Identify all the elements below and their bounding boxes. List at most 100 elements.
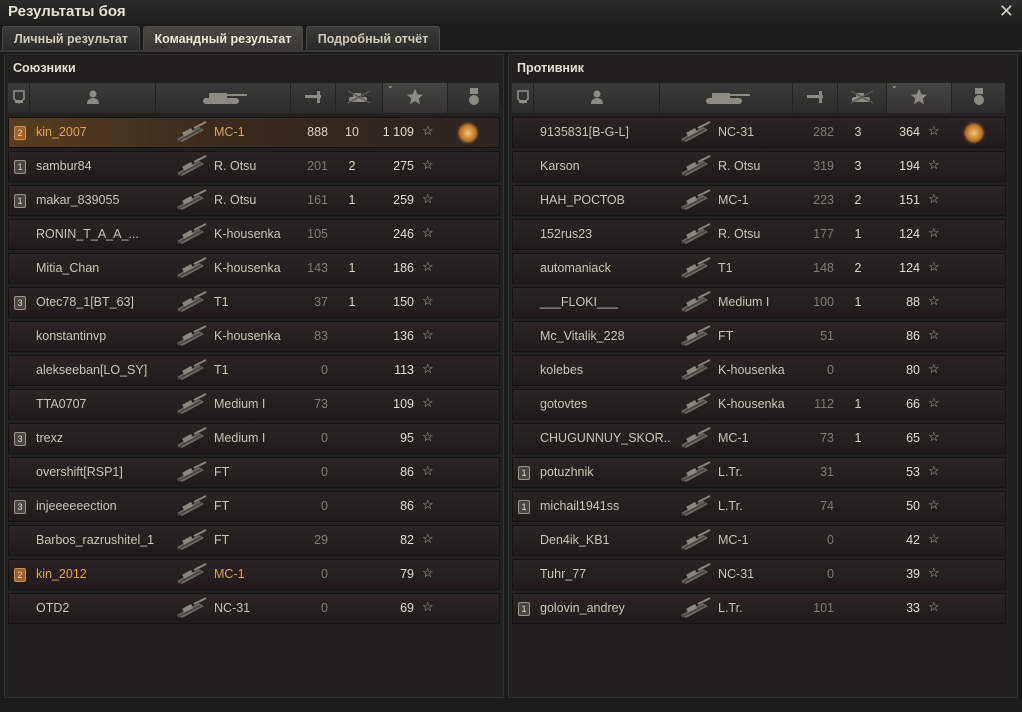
header-damage-column[interactable] [793,83,838,113]
star-icon: ☆ [422,191,434,206]
tank-icon [678,529,712,553]
enemies-panel: Противник ⌄ 9135831[B-G-L] NC-31 282 3 364 ☆ K… [508,54,1018,698]
player-row[interactable]: 2 kin_2007 MC-1 888 10 1 109 ☆ [8,117,500,148]
close-icon[interactable]: ✕ [999,1,1014,22]
player-icon [86,89,100,108]
player-row[interactable]: Mc_Vitalik_228 FT 51 86 ☆ [512,321,1006,352]
player-row[interactable]: 1 potuzhnik L.Tr. 31 53 ☆ [512,457,1006,488]
tank-name: FT [214,465,230,479]
header-tank-column[interactable] [156,83,291,113]
frags-value: 1 [348,193,356,207]
player-row[interactable]: alekseeban[LO_SY] T1 0 113 ☆ [8,355,500,386]
player-row[interactable]: overshift[RSP1] FT 0 86 ☆ [8,457,500,488]
shield-icon [516,89,530,108]
tank-name: L.Tr. [718,499,743,513]
player-row[interactable]: kolebes K-housenka 0 80 ☆ [512,355,1006,386]
experience-value: 39 [906,567,920,581]
header-shield-column[interactable] [512,83,534,113]
tank-name: MC-1 [718,193,749,207]
player-row[interactable]: 9135831[B-G-L] NC-31 282 3 364 ☆ [512,117,1006,148]
star-icon: ☆ [422,361,434,376]
damage-value: 73 [314,397,328,411]
star-icon: ☆ [928,497,940,512]
damage-value: 101 [813,601,834,615]
player-row[interactable]: 3 injeeeeeection FT 0 86 ☆ [8,491,500,522]
header-star-column[interactable]: ⌄ [383,81,448,113]
player-row[interactable]: TTA0707 Medium I 73 109 ☆ [8,389,500,420]
player-row[interactable]: gotovtes K-housenka 112 1 66 ☆ [512,389,1006,420]
header-frags-column[interactable] [838,83,887,113]
tank-name: MC-1 [718,431,749,445]
tank-name: MC-1 [214,567,245,581]
rank-badge-icon: 1 [14,194,26,208]
player-row[interactable]: Barbos_razrushitel_1 FT 29 82 ☆ [8,525,500,556]
player-row[interactable]: automaniack T1 148 2 124 ☆ [512,253,1006,284]
tab-detailed-report[interactable]: Подробный отчёт [306,26,440,50]
tank-icon [174,597,208,621]
rank-badge-icon: 2 [14,126,26,140]
player-row[interactable]: НАН_РОСТОВ MC-1 223 2 151 ☆ [512,185,1006,216]
tank-name: Medium I [214,431,266,445]
medal-icon[interactable] [965,124,983,142]
player-row[interactable]: Den4ik_KB1 MC-1 0 42 ☆ [512,525,1006,556]
player-row[interactable]: Tuhr_77 NC-31 0 39 ☆ [512,559,1006,590]
player-row[interactable]: 1 sambur84 R. Otsu 201 2 275 ☆ [8,151,500,182]
player-name: michail1941ss [540,499,620,513]
header-tank-column[interactable] [660,83,793,113]
tank-icon [678,257,712,281]
medal-icon[interactable] [459,124,477,142]
tank-name: R. Otsu [214,159,257,173]
star-icon: ☆ [928,531,940,546]
player-row[interactable]: 1 golovin_andrey L.Tr. 101 33 ☆ [512,593,1006,624]
frags-value: 10 [345,125,359,139]
player-row[interactable]: 3 Otec78_1[BT_63] T1 37 1 150 ☆ [8,287,500,318]
player-row[interactable]: Mitia_Chan K-housenka 143 1 186 ☆ [8,253,500,284]
player-row[interactable]: Karson R. Otsu 319 3 194 ☆ [512,151,1006,182]
frags-value: 1 [854,397,862,411]
header-star-column[interactable]: ⌄ [887,81,952,113]
player-row[interactable]: konstantinvp K-housenka 83 136 ☆ [8,321,500,352]
player-row[interactable]: 1 michail1941ss L.Tr. 74 50 ☆ [512,491,1006,522]
star-icon: ☆ [422,497,434,512]
damage-value: 37 [314,295,328,309]
allies-title: Союзники [13,61,76,75]
tank-icon [174,427,208,451]
player-row[interactable]: 3 trexz Medium I 0 95 ☆ [8,423,500,454]
experience-value: 275 [393,159,414,173]
tank-name: K-housenka [718,363,785,377]
tank-icon [678,461,712,485]
header-damage-column[interactable] [291,83,336,113]
tank-name: MC-1 [214,125,245,139]
rank-badge-icon: 1 [518,602,530,616]
player-row[interactable]: 2 kin_2012 MC-1 0 79 ☆ [8,559,500,590]
player-row[interactable]: OTD2 NC-31 0 69 ☆ [8,593,500,624]
experience-value: 88 [906,295,920,309]
tab-personal-result[interactable]: Личный результат [2,26,140,50]
player-row[interactable]: RONIN_T_A_A_... K-housenka 105 246 ☆ [8,219,500,250]
header-player-column[interactable] [534,83,660,113]
header-shield-column[interactable] [8,83,30,113]
tank-icon [174,257,208,281]
player-row[interactable]: ___FLOKI___ Medium I 100 1 88 ☆ [512,287,1006,318]
player-name: automaniack [540,261,611,275]
sort-chevron-icon: ⌄ [387,81,394,90]
frags-value: 2 [854,261,862,275]
player-row[interactable]: 152rus23 R. Otsu 177 1 124 ☆ [512,219,1006,250]
damage-icon [303,89,323,108]
frags-icon [346,89,372,108]
tank-name: FT [214,499,230,513]
header-medal-column[interactable] [448,83,500,113]
experience-value: 79 [400,567,414,581]
experience-value: 65 [906,431,920,445]
header-medal-column[interactable] [952,83,1006,113]
player-row[interactable]: 1 makar_839055 R. Otsu 161 1 259 ☆ [8,185,500,216]
player-row[interactable]: CHUGUNNUY_SKOR.. MC-1 73 1 65 ☆ [512,423,1006,454]
header-player-column[interactable] [30,83,156,113]
tab-team-result[interactable]: Командный результат [143,26,303,50]
experience-value: 86 [400,499,414,513]
tank-icon [678,223,712,247]
tank-icon [174,325,208,349]
header-frags-column[interactable] [336,83,383,113]
tank-icon [678,359,712,383]
frags-value: 3 [854,159,862,173]
